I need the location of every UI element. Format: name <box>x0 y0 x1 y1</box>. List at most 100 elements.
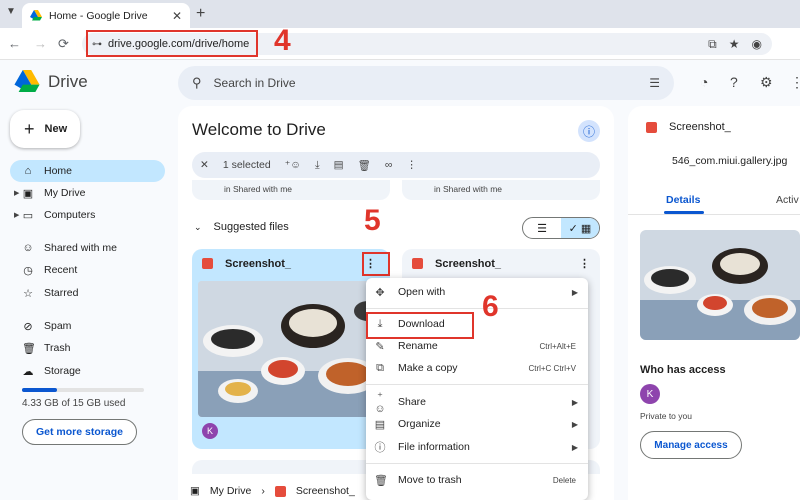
view-toggle: ☰ ✓ ▦ <box>522 217 600 239</box>
search-placeholder: Search in Drive <box>213 76 296 90</box>
menu-divider <box>366 308 588 309</box>
privacy-text: Private to you <box>640 411 692 421</box>
card-location: in Shared with me <box>224 184 293 194</box>
star-icon: ☆ <box>23 287 33 300</box>
grid-view-icon[interactable]: ✓ ▦ <box>561 218 599 238</box>
close-tab-icon[interactable]: ✕ <box>172 9 182 23</box>
selection-toolbar: ✕ 1 selected ⁺☺ ⤓ ▤ 🗑 ∞ ⋮ <box>192 152 600 178</box>
storage-bar <box>22 388 144 392</box>
tab-title: Home - Google Drive <box>49 9 148 22</box>
help-icon[interactable]: ? <box>730 74 738 90</box>
sidebar-item-computers[interactable]: ▶ ▭ Computers <box>10 204 165 226</box>
menu-divider <box>366 384 588 385</box>
sidebar-item-home[interactable]: ⌂ Home <box>10 160 165 182</box>
my-drive-icon: ▣ <box>22 187 34 200</box>
drive-logo[interactable]: Drive <box>14 70 88 93</box>
offline-ready-icon[interactable]: ◔ <box>700 74 708 90</box>
shortcut-text: Delete <box>552 475 576 485</box>
home-icon: ⌂ <box>24 165 32 177</box>
move-icon: ✥ <box>375 286 385 299</box>
reload-icon[interactable]: ⟳ <box>58 36 69 52</box>
search-icon: ⚲ <box>192 75 202 90</box>
breadcrumb-item[interactable]: Screenshot_ <box>296 485 355 497</box>
expand-caret-icon[interactable]: ▶ <box>14 211 19 219</box>
sidebar-item-recent[interactable]: ◷ Recent <box>10 259 165 281</box>
settings-gear-icon[interactable]: ⚙ <box>760 74 773 91</box>
forward-icon[interactable]: → <box>34 36 47 51</box>
sidebar-item-label: Trash <box>44 342 71 354</box>
trash-icon: 🗑 <box>374 474 388 487</box>
camera-icon[interactable]: ◉ <box>752 37 762 52</box>
sidebar-item-label: Computers <box>44 209 96 221</box>
sidebar-item-label: Storage <box>44 365 81 377</box>
sidebar-item-starred[interactable]: ☆ Starred <box>10 282 165 304</box>
computers-icon: ▭ <box>22 209 34 222</box>
quick-access-card[interactable]: in Shared with me <box>192 180 390 200</box>
expand-caret-icon[interactable]: ▶ <box>14 189 19 197</box>
new-button[interactable]: + New <box>10 110 80 148</box>
sidebar-item-spam[interactable]: ⊘ Spam <box>10 315 165 337</box>
menu-item-move-to-trash[interactable]: 🗑 Move to trash Delete <box>366 469 588 491</box>
details-file-name: Screenshot_ <box>669 121 731 133</box>
file-card[interactable] <box>192 460 390 474</box>
copy-icon: ⧉ <box>376 361 384 374</box>
file-more-icon[interactable]: ⋮ <box>579 257 590 270</box>
details-tabs: Details Activ <box>628 194 800 215</box>
trash-icon[interactable]: 🗑 <box>358 159 371 172</box>
menu-item-share[interactable]: ⁺☺ Share ▶ <box>366 391 588 415</box>
manage-access-button[interactable]: Manage access <box>640 431 742 459</box>
details-preview-image <box>640 230 800 340</box>
menu-item-file-information[interactable]: ⓘ File information ▶ <box>366 436 588 458</box>
menu-item-label: Share <box>398 396 427 408</box>
sidebar-item-label: Home <box>44 165 73 177</box>
trash-icon: 🗑 <box>22 342 36 355</box>
share-icon[interactable]: ⁺☺ <box>285 159 301 171</box>
sidebar-item-shared[interactable]: ☺ Shared with me <box>10 237 165 259</box>
menu-item-open-with[interactable]: ✥ Open with ▶ <box>366 281 588 303</box>
tab-details[interactable]: Details <box>666 194 700 206</box>
storage-usage-text: 4.33 GB of 15 GB used <box>22 398 126 409</box>
chevron-down-icon: ⌄ <box>194 221 202 232</box>
move-icon[interactable]: ▤ <box>334 159 344 171</box>
breadcrumb-item[interactable]: My Drive <box>210 485 251 497</box>
suggested-files-header[interactable]: ⌄ Suggested files <box>194 221 289 233</box>
back-icon[interactable]: ← <box>8 36 21 51</box>
file-name: Screenshot_ <box>225 257 292 270</box>
my-drive-icon: ▣ <box>190 485 200 497</box>
people-icon: ☺ <box>22 242 34 254</box>
image-file-icon <box>412 258 423 269</box>
download-icon[interactable]: ⤓ <box>315 159 320 172</box>
sidebar-item-storage[interactable]: ☁ Storage <box>10 360 165 382</box>
owner-avatar: K <box>202 423 218 439</box>
cast-icon[interactable]: ⧉ <box>708 37 717 52</box>
menu-item-organize[interactable]: ▤ Organize ▶ <box>366 413 588 435</box>
info-icon[interactable]: ⓘ <box>578 120 600 142</box>
suggested-files-label: Suggested files <box>213 221 289 233</box>
more-actions-icon[interactable]: ⋮ <box>406 159 417 171</box>
tab-search-icon[interactable]: ▼ <box>6 6 16 17</box>
sidebar-item-my-drive[interactable]: ▶ ▣ My Drive <box>10 182 165 204</box>
search-options-icon[interactable]: ☰ <box>649 76 660 90</box>
file-name: Screenshot_ <box>435 257 502 270</box>
file-card[interactable]: Screenshot_ ⋮ <box>192 249 390 449</box>
get-more-storage-button[interactable]: Get more storage <box>22 419 137 445</box>
sidebar-item-trash[interactable]: 🗑 Trash <box>10 337 165 359</box>
quick-access-card[interactable]: in Shared with me <box>402 180 600 200</box>
clear-selection-icon[interactable]: ✕ <box>200 159 209 171</box>
apps-grid-icon[interactable]: ⋮ <box>790 74 800 91</box>
search-input[interactable]: ⚲ Search in Drive ☰ <box>178 66 674 100</box>
selected-count: 1 selected <box>222 159 271 171</box>
tab-activity[interactable]: Activ <box>776 194 799 206</box>
bookmark-star-icon[interactable]: ★ <box>729 37 740 52</box>
copy-link-icon[interactable]: ∞ <box>385 159 393 171</box>
submenu-arrow-icon: ▶ <box>571 397 578 407</box>
step-label-5: 5 <box>364 204 381 237</box>
list-view-icon[interactable]: ☰ <box>523 218 561 238</box>
shortcut-text: Ctrl+C Ctrl+V <box>528 363 576 373</box>
browser-tab[interactable]: Home - Google Drive ✕ <box>22 3 190 28</box>
menu-item-label: Make a copy <box>398 362 458 374</box>
new-tab-icon[interactable]: + <box>196 5 205 23</box>
details-file-name-continued: 546_com.miui.gallery.jpg <box>672 155 788 167</box>
menu-item-make-copy[interactable]: ⧉ Make a copy Ctrl+C Ctrl+V <box>366 357 588 379</box>
drive-logo-icon <box>14 70 40 92</box>
